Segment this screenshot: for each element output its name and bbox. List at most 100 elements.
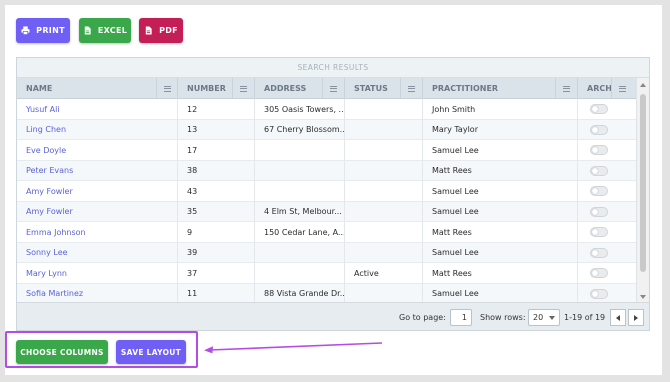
printer-icon: [21, 26, 30, 35]
column-menu-icon[interactable]: [232, 78, 254, 99]
cell-address: [255, 140, 345, 161]
cell-address: 305 Oasis Towers, ...: [255, 99, 345, 120]
save-layout-button[interactable]: SAVE LAYOUT: [116, 340, 186, 364]
cell-archived: [578, 181, 637, 202]
scrollbar-thumb[interactable]: [640, 94, 646, 272]
scroll-up-icon[interactable]: [640, 83, 646, 87]
column-menu-icon[interactable]: [322, 78, 344, 99]
cell-practitioner: Samuel Lee: [423, 140, 578, 161]
goto-page-input[interactable]: 1: [450, 309, 472, 326]
cell-number: 11: [178, 283, 255, 304]
archive-toggle[interactable]: [590, 288, 608, 299]
table-row[interactable]: Mary Lynn 37 Active Matt Rees: [17, 263, 637, 284]
cell-status: [345, 181, 423, 202]
table-row[interactable]: Yusuf Ali 12 305 Oasis Towers, ... John Smi…: [17, 99, 637, 120]
cell-status: [345, 119, 423, 140]
archive-toggle[interactable]: [590, 247, 608, 258]
column-menu-icon[interactable]: [555, 78, 577, 99]
cell-number: 35: [178, 201, 255, 222]
cell-address: 88 Vista Grande Dr...: [255, 283, 345, 304]
cell-name[interactable]: Eve Doyle: [17, 140, 178, 161]
chevron-right-icon: [634, 314, 638, 321]
cell-name[interactable]: Amy Fowler: [17, 181, 178, 202]
archive-toggle[interactable]: [590, 206, 608, 217]
pdf-button[interactable]: PDF: [139, 18, 183, 43]
cell-name[interactable]: Amy Fowler: [17, 201, 178, 222]
choose-columns-button[interactable]: CHOOSE COLUMNS: [16, 340, 108, 364]
table-row[interactable]: Sonny Lee 39 Samuel Lee: [17, 242, 637, 264]
table-row[interactable]: Eve Doyle 17 Samuel Lee: [17, 140, 637, 161]
search-results-grid: SEARCH RESULTS NAME NUMBER ADDRESS STATU…: [16, 57, 650, 331]
column-menu-icon[interactable]: [400, 78, 422, 99]
excel-button[interactable]: EXCEL: [79, 18, 131, 43]
excel-label: EXCEL: [97, 26, 128, 35]
scroll-down-icon[interactable]: [640, 295, 646, 299]
cell-status: [345, 140, 423, 161]
table-row[interactable]: Peter Evans 38 Matt Rees: [17, 160, 637, 181]
next-page-button[interactable]: [628, 309, 644, 326]
cell-number: 12: [178, 99, 255, 120]
show-rows-label: Show rows:: [480, 312, 526, 322]
show-rows-value: 20: [533, 313, 544, 322]
file-excel-icon: [84, 26, 91, 35]
prev-page-button[interactable]: [610, 309, 626, 326]
cell-practitioner: Matt Rees: [423, 160, 578, 181]
archive-toggle[interactable]: [590, 104, 608, 115]
cell-name[interactable]: Sofia Martinez: [17, 283, 178, 304]
table-row[interactable]: Emma Johnson 9 150 Cedar Lane, A... Matt Re…: [17, 222, 637, 243]
cell-practitioner: Matt Rees: [423, 263, 578, 284]
cell-name[interactable]: Emma Johnson: [17, 222, 178, 243]
cell-number: 39: [178, 242, 255, 263]
vertical-scrollbar[interactable]: [636, 78, 649, 304]
table-row[interactable]: Amy Fowler 35 4 Elm St, Melbour... Samuel L…: [17, 201, 637, 222]
cell-name[interactable]: Sonny Lee: [17, 242, 178, 263]
annotation-arrow: [204, 342, 383, 354]
cell-status: [345, 283, 423, 304]
archive-toggle[interactable]: [590, 268, 608, 279]
cell-name[interactable]: Mary Lynn: [17, 263, 178, 284]
cell-archived: [578, 222, 637, 243]
cell-number: 38: [178, 160, 255, 181]
archive-toggle[interactable]: [590, 165, 608, 176]
cell-address: [255, 160, 345, 181]
cell-status: [345, 242, 423, 263]
grid-footer: Go to page: 1 Show rows: 20 1-19 of 19: [17, 302, 649, 330]
cell-name[interactable]: Yusuf Ali: [17, 99, 178, 120]
file-pdf-icon: [145, 26, 152, 35]
cell-archived: [578, 140, 637, 161]
cell-practitioner: Samuel Lee: [423, 283, 578, 304]
cell-name[interactable]: Peter Evans: [17, 160, 178, 181]
cell-practitioner: John Smith: [423, 99, 578, 120]
cell-name[interactable]: Ling Chen: [17, 119, 178, 140]
grid-header: NAME NUMBER ADDRESS STATUS PRACTITIONER …: [17, 78, 637, 99]
show-rows-select[interactable]: 20: [528, 309, 560, 326]
cell-number: 17: [178, 140, 255, 161]
column-menu-icon[interactable]: [611, 78, 633, 99]
cell-number: 37: [178, 263, 255, 284]
cell-number: 9: [178, 222, 255, 243]
goto-page-label: Go to page:: [399, 312, 446, 322]
cell-practitioner: Mary Taylor: [423, 119, 578, 140]
cell-practitioner: Samuel Lee: [423, 242, 578, 263]
table-row[interactable]: Ling Chen 13 67 Cherry Blossom... Mary Tayl…: [17, 119, 637, 140]
archive-toggle[interactable]: [590, 186, 608, 197]
grid-title: SEARCH RESULTS: [17, 58, 649, 78]
cell-status: Active: [345, 263, 423, 284]
archive-toggle[interactable]: [590, 227, 608, 238]
archive-toggle[interactable]: [590, 145, 608, 156]
table-row[interactable]: Sofia Martinez 11 88 Vista Grande Dr... Sam…: [17, 283, 637, 304]
cell-archived: [578, 263, 637, 284]
cell-address: 4 Elm St, Melbour...: [255, 201, 345, 222]
archive-toggle[interactable]: [590, 124, 608, 135]
cell-status: [345, 201, 423, 222]
column-header-name[interactable]: NAME: [17, 78, 178, 99]
column-menu-icon[interactable]: [156, 78, 178, 99]
print-label: PRINT: [36, 26, 65, 35]
cell-practitioner: Samuel Lee: [423, 181, 578, 202]
cell-status: [345, 160, 423, 181]
cell-archived: [578, 243, 637, 264]
cell-address: 150 Cedar Lane, A...: [255, 222, 345, 243]
table-row[interactable]: Amy Fowler 43 Samuel Lee: [17, 181, 637, 202]
cell-number: 13: [178, 119, 255, 140]
print-button[interactable]: PRINT: [16, 18, 70, 43]
